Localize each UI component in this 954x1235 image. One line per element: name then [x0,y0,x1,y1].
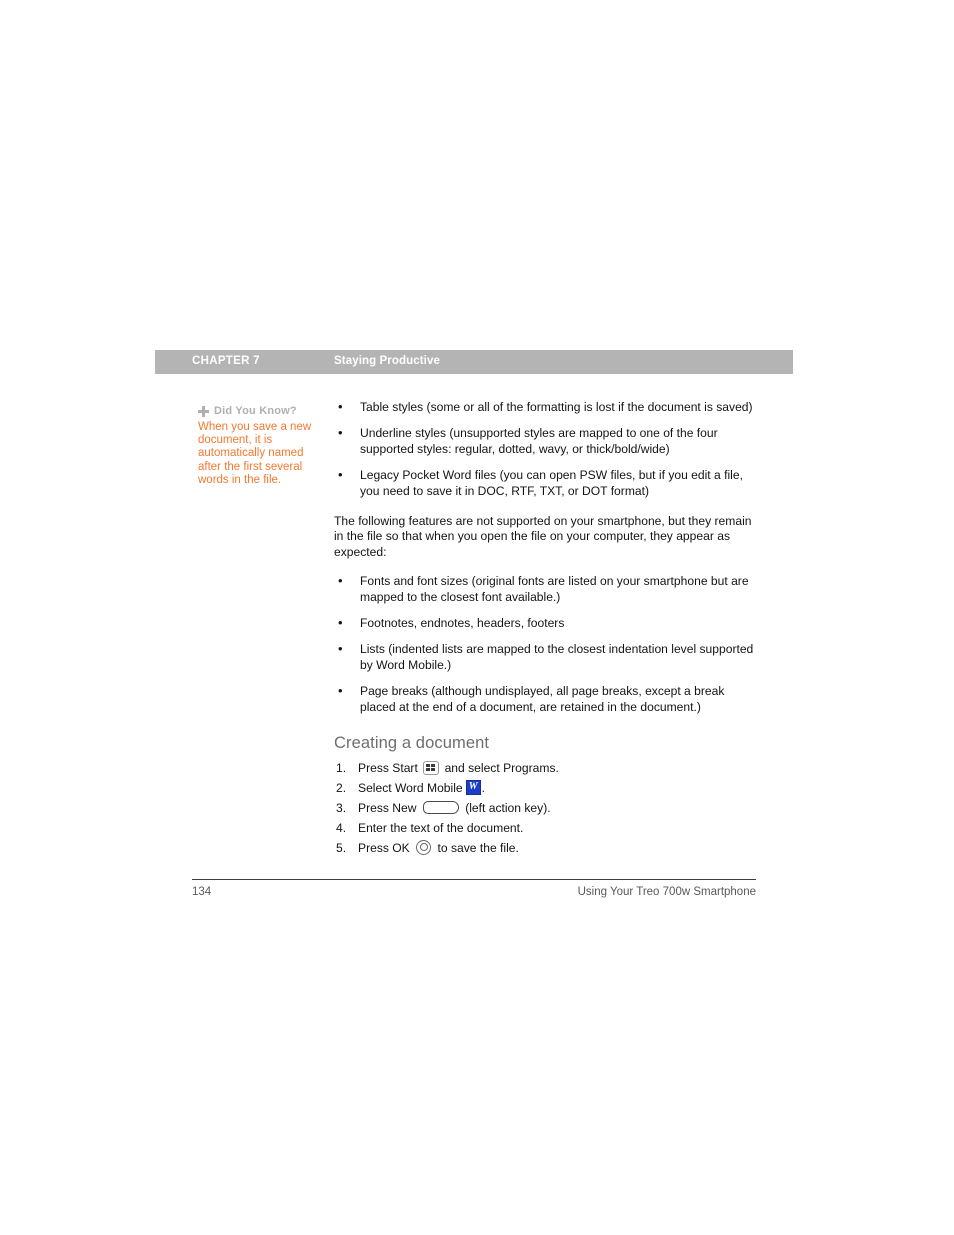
book-title: Using Your Treo 700w Smartphone [577,886,756,898]
step-text-before: Press Start [358,761,418,776]
did-you-know-body: When you save a new document, it is auto… [198,421,312,486]
step-text-before: Enter the text of the document. [358,821,524,836]
start-key-icon [423,761,440,776]
chapter-label: CHAPTER 7 [192,355,260,367]
unsupported-features-list: Table styles (some or all of the formatt… [334,399,758,499]
step-text-after: . [481,781,486,796]
did-you-know-note: Did You Know? When you save a new docume… [198,405,324,487]
list-item: Page breaks (although undisplayed, all p… [334,683,758,715]
left-action-key-icon [422,801,459,815]
word-mobile-icon-letter: W [468,781,478,793]
word-mobile-icon: W [465,780,481,796]
list-item: Enter the text of the document. [334,820,758,836]
step-text-after: and select Programs. [444,761,559,776]
creating-a-document-steps: Press Start and select Programs. Select … [334,760,758,856]
did-you-know-heading: Did You Know? [198,405,324,418]
list-item: Footnotes, endnotes, headers, footers [334,615,758,631]
ok-key-icon [416,840,432,856]
step-text-before: Press New [358,801,417,816]
list-item: Press New (left action key). [334,800,758,816]
plus-icon [198,406,209,417]
chapter-title: Staying Productive [334,355,440,367]
document-page: CHAPTER 7 Staying Productive Did You Kno… [0,0,954,1235]
did-you-know-title: Did You Know? [214,405,297,417]
step-text-after: to save the file. [437,841,519,856]
chapter-header-bar: CHAPTER 7 Staying Productive [155,350,793,374]
main-content: Table styles (some or all of the formatt… [334,399,758,860]
intro-paragraph: The following features are not supported… [334,514,752,559]
step-text-before: Press OK [358,841,410,856]
list-item: Underline styles (unsupported styles are… [334,425,758,457]
step-text-after: (left action key). [465,801,551,816]
list-item: Select Word Mobile W. [334,780,758,796]
retained-features-list: Fonts and font sizes (original fonts are… [334,573,758,715]
list-item: Table styles (some or all of the formatt… [334,399,758,415]
list-item: Legacy Pocket Word files (you can open P… [334,467,758,499]
list-item: Press Start and select Programs. [334,760,758,776]
list-item: Fonts and font sizes (original fonts are… [334,573,758,605]
page-title: Creating a document [334,734,490,753]
step-text-before: Select Word Mobile [358,781,463,796]
list-item: Press OK to save the file. [334,840,758,856]
footer-divider [192,879,756,880]
list-item: Lists (indented lists are mapped to the … [334,641,758,673]
